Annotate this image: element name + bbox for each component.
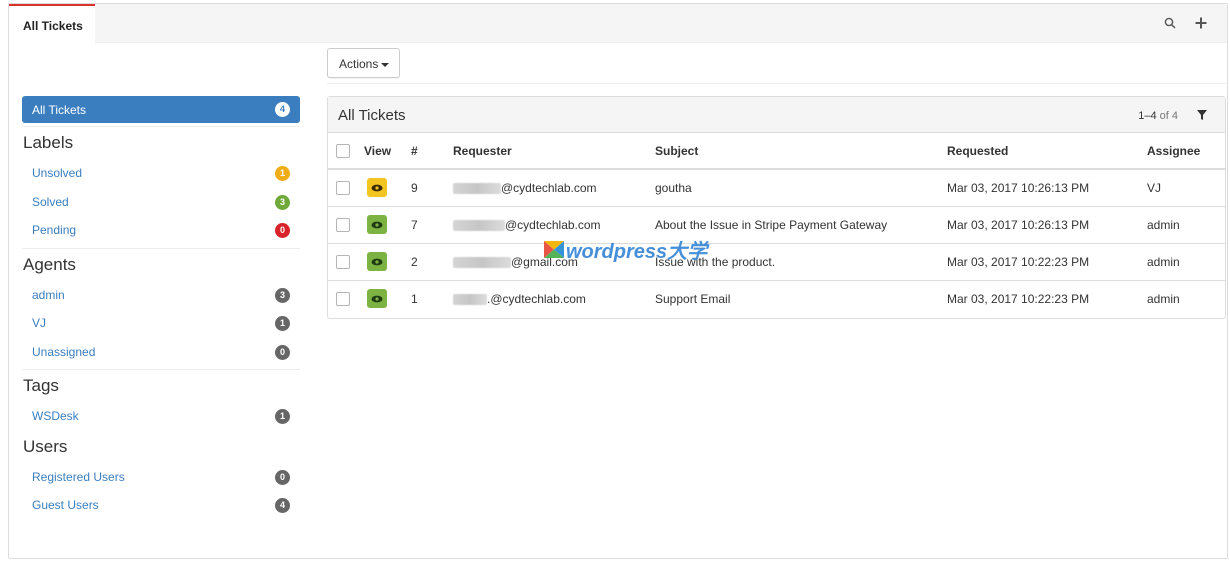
section-heading-tags: Tags [23, 376, 59, 395]
assignee-cell: admin [1147, 243, 1225, 281]
count-badge: 4 [275, 102, 290, 117]
row-checkbox[interactable] [336, 180, 350, 195]
sidebar-item-pending[interactable]: Pending 0 [22, 216, 300, 245]
count-badge: 3 [275, 287, 290, 303]
count-badge: 0 [275, 469, 290, 485]
column-header-view[interactable]: View [364, 133, 411, 170]
sidebar-item-registered-users[interactable]: Registered Users 0 [22, 463, 300, 492]
column-header-assignee[interactable]: Assignee [1147, 133, 1225, 170]
watermark-logo-icon [544, 241, 564, 258]
section-heading-users: Users [23, 436, 68, 456]
sidebar: All Tickets 4 Labels Unsolved 1 Solved 3… [22, 96, 300, 520]
requested-cell: Mar 03, 2017 10:26:13 PM [947, 206, 1147, 244]
section-heading-labels: Labels [23, 133, 74, 152]
sidebar-item-solved[interactable]: Solved 3 [22, 188, 300, 217]
table-row[interactable]: 2 @gmail.com Issue with the product. Mar… [328, 243, 1225, 281]
requested-cell: Mar 03, 2017 10:22:23 PM [947, 291, 1090, 306]
sidebar-item-label: Pending [32, 223, 77, 237]
search-icon[interactable] [1161, 14, 1179, 32]
count-badge: 1 [275, 166, 290, 181]
requested-cell: Mar 03, 2017 10:26:13 PM [947, 169, 1147, 207]
assignee-cell: VJ [1147, 169, 1225, 207]
eye-icon[interactable] [367, 289, 387, 309]
sidebar-item-label: Unassigned [32, 344, 96, 359]
column-header-id[interactable]: # [411, 133, 453, 170]
redacted-email [453, 183, 501, 195]
ticket-id: 7 [411, 206, 453, 244]
panel-header: All Tickets 1–4 of 4 [328, 97, 1225, 133]
redacted-email [453, 294, 487, 306]
sidebar-item-label: Registered Users [32, 469, 125, 484]
requested-cell: Mar 03, 2017 10:22:23 PM [947, 243, 1147, 281]
row-checkbox[interactable] [336, 217, 350, 232]
count-badge: 0 [275, 344, 290, 360]
sidebar-item-label: WSDesk [32, 409, 79, 423]
redacted-email [453, 256, 511, 268]
ticket-id: 2 [411, 243, 453, 281]
actions-label: Actions [339, 57, 379, 71]
pager: 1–4 of 4 [1138, 110, 1178, 122]
actions-button[interactable]: Actions [327, 48, 400, 78]
tab-all-tickets[interactable]: All Tickets [9, 4, 95, 43]
ticket-id: 1 [411, 291, 418, 306]
sidebar-item-admin[interactable]: admin 3 [22, 281, 300, 310]
sidebar-item-label: Solved [32, 194, 69, 209]
sidebar-item-label: admin [32, 287, 65, 302]
select-all-cell [328, 133, 364, 170]
assignee-cell: admin [1147, 206, 1225, 244]
plus-icon[interactable] [1192, 14, 1210, 32]
tickets-table: View # Requester Subject Requested Assig… [328, 133, 1225, 317]
sidebar-item-label: Guest Users [32, 498, 99, 512]
sidebar-item-label: All Tickets [32, 103, 87, 117]
requester-domain: .@cydtechlab.com [487, 291, 586, 306]
count-badge: 4 [275, 498, 290, 513]
count-badge: 3 [275, 194, 290, 210]
assignee-cell: admin [1147, 291, 1180, 306]
count-badge: 0 [275, 223, 290, 238]
sidebar-item-unassigned[interactable]: Unassigned 0 [22, 338, 300, 367]
count-badge: 1 [275, 316, 290, 331]
filter-icon[interactable] [1196, 109, 1208, 121]
eye-icon[interactable] [367, 252, 387, 271]
requester-domain: @cydtechlab.com [505, 217, 601, 232]
column-header-requester[interactable]: Requester [453, 133, 655, 170]
subject-cell[interactable]: Support Email [655, 280, 947, 317]
count-badge: 1 [275, 409, 290, 424]
sidebar-item-unsolved[interactable]: Unsolved 1 [22, 159, 300, 188]
sidebar-item-wsdesk[interactable]: WSDesk 1 [22, 402, 300, 431]
redacted-email [453, 219, 505, 231]
sidebar-item-vj[interactable]: VJ 1 [22, 309, 300, 338]
sidebar-item-label: Unsolved [32, 166, 83, 180]
pager-range: 1–4 [1138, 110, 1157, 122]
requester-cell: @cydtechlab.com [453, 169, 655, 207]
section-heading-agents: Agents [23, 254, 76, 274]
tickets-panel: All Tickets 1–4 of 4 View # Requester Su… [327, 96, 1226, 319]
sidebar-item-guest-users[interactable]: Guest Users 4 [22, 491, 300, 520]
select-all-checkbox[interactable] [336, 143, 350, 158]
eye-icon[interactable] [367, 215, 387, 234]
row-checkbox[interactable] [336, 254, 350, 269]
requester-domain: @cydtechlab.com [501, 180, 597, 195]
table-row[interactable]: 9 @cydtechlab.com goutha Mar 03, 2017 10… [328, 169, 1225, 207]
table-row[interactable]: 7 @cydtechlab.com About the Issue in Str… [328, 206, 1225, 244]
column-header-requested[interactable]: Requested [947, 133, 1147, 170]
subject-cell[interactable]: goutha [655, 169, 947, 207]
eye-icon[interactable] [367, 178, 387, 198]
pager-total: of 4 [1159, 110, 1178, 122]
tab-bar: All Tickets [9, 4, 1227, 43]
watermark: wordpress大学 [544, 235, 707, 264]
column-header-subject[interactable]: Subject [655, 133, 947, 170]
row-checkbox[interactable] [336, 291, 350, 306]
sidebar-item-all-tickets[interactable]: All Tickets 4 [22, 96, 300, 123]
divider [327, 83, 1226, 84]
ticket-id: 9 [411, 169, 453, 207]
watermark-text: wordpress大学 [566, 241, 708, 263]
table-row[interactable]: 1 .@cydtechlab.com Support Email Mar 03,… [328, 280, 1225, 317]
requester-cell: .@cydtechlab.com [453, 280, 655, 317]
table-header-row: View # Requester Subject Requested Assig… [328, 133, 1225, 170]
chevron-down-icon [381, 62, 390, 67]
sidebar-item-label: VJ [32, 316, 47, 330]
panel-title: All Tickets [338, 107, 406, 124]
